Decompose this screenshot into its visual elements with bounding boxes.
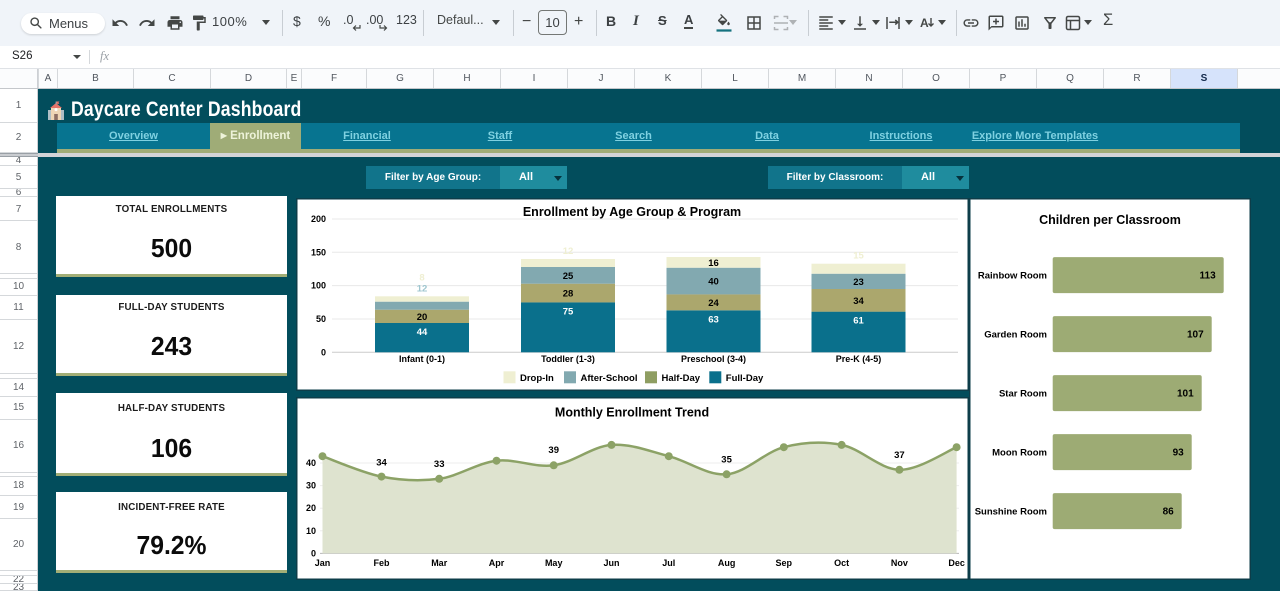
svg-text:101: 101 (1177, 389, 1194, 400)
svg-text:Toddler (1-3): Toddler (1-3) (541, 354, 595, 364)
svg-text:33: 33 (433, 458, 444, 469)
svg-text:Aug: Aug (717, 558, 735, 568)
svg-text:Sunshine Room: Sunshine Room (974, 507, 1046, 518)
svg-text:34: 34 (853, 295, 864, 306)
svg-text:44: 44 (416, 327, 427, 338)
svg-text:12: 12 (562, 246, 573, 257)
svg-text:Sep: Sep (775, 558, 792, 568)
svg-text:Full-Day: Full-Day (725, 373, 763, 384)
svg-text:75: 75 (562, 306, 573, 317)
svg-text:23: 23 (853, 276, 864, 287)
svg-text:Jul: Jul (662, 558, 675, 568)
svg-text:40: 40 (305, 458, 315, 468)
svg-text:May: May (544, 558, 562, 568)
svg-text:24: 24 (708, 297, 719, 308)
svg-text:61: 61 (853, 315, 864, 326)
svg-text:0: 0 (310, 548, 315, 558)
svg-text:63: 63 (708, 314, 719, 325)
svg-text:35: 35 (721, 454, 732, 465)
svg-text:Apr: Apr (488, 558, 504, 568)
svg-text:113: 113 (1199, 271, 1216, 282)
svg-text:50: 50 (315, 314, 325, 324)
svg-text:15: 15 (853, 250, 864, 261)
svg-text:30: 30 (305, 480, 315, 490)
svg-text:16: 16 (708, 257, 719, 268)
svg-text:8: 8 (419, 272, 424, 283)
svg-text:20: 20 (305, 503, 315, 513)
svg-text:Drop-In: Drop-In (520, 373, 554, 384)
svg-text:10: 10 (305, 525, 315, 535)
svg-text:Children per Classroom: Children per Classroom (1039, 213, 1181, 227)
svg-text:34: 34 (376, 457, 387, 468)
svg-text:A: A (920, 16, 929, 30)
svg-text:Infant (0-1): Infant (0-1) (399, 354, 445, 364)
svg-text:Jan: Jan (314, 558, 330, 568)
svg-text:Monthly Enrollment Trend: Monthly Enrollment Trend (554, 405, 708, 419)
svg-text:39: 39 (548, 444, 559, 455)
svg-text:Oct: Oct (834, 558, 849, 568)
svg-text:25: 25 (562, 270, 573, 281)
svg-text:28: 28 (562, 288, 573, 299)
svg-text:150: 150 (310, 247, 325, 257)
svg-text:Nov: Nov (890, 558, 907, 568)
svg-text:93: 93 (1172, 448, 1184, 459)
svg-text:37: 37 (894, 449, 905, 460)
svg-text:Preschool (3-4): Preschool (3-4) (680, 354, 745, 364)
svg-text:86: 86 (1162, 507, 1174, 518)
svg-text:Feb: Feb (373, 558, 390, 568)
svg-text:100: 100 (310, 280, 325, 290)
svg-text:After-School: After-School (580, 373, 637, 384)
svg-text:Mar: Mar (431, 558, 448, 568)
svg-text:Enrollment by Age Group & Prog: Enrollment by Age Group & Program (522, 205, 740, 219)
svg-text:Jun: Jun (603, 558, 619, 568)
svg-text:12: 12 (416, 283, 427, 294)
svg-text:20: 20 (416, 311, 427, 322)
svg-text:Star Room: Star Room (998, 389, 1046, 400)
svg-text:Garden Room: Garden Room (984, 330, 1047, 341)
svg-text:Half-Day: Half-Day (661, 373, 700, 384)
svg-text:Rainbow Room: Rainbow Room (977, 271, 1046, 282)
svg-text:40: 40 (708, 276, 719, 287)
svg-text:0: 0 (320, 347, 325, 357)
svg-text:Moon Room: Moon Room (992, 448, 1047, 459)
svg-text:200: 200 (310, 214, 325, 224)
svg-text:Dec: Dec (948, 558, 965, 568)
svg-text:107: 107 (1187, 330, 1204, 341)
svg-text:Pre-K (4-5): Pre-K (4-5) (835, 354, 881, 364)
